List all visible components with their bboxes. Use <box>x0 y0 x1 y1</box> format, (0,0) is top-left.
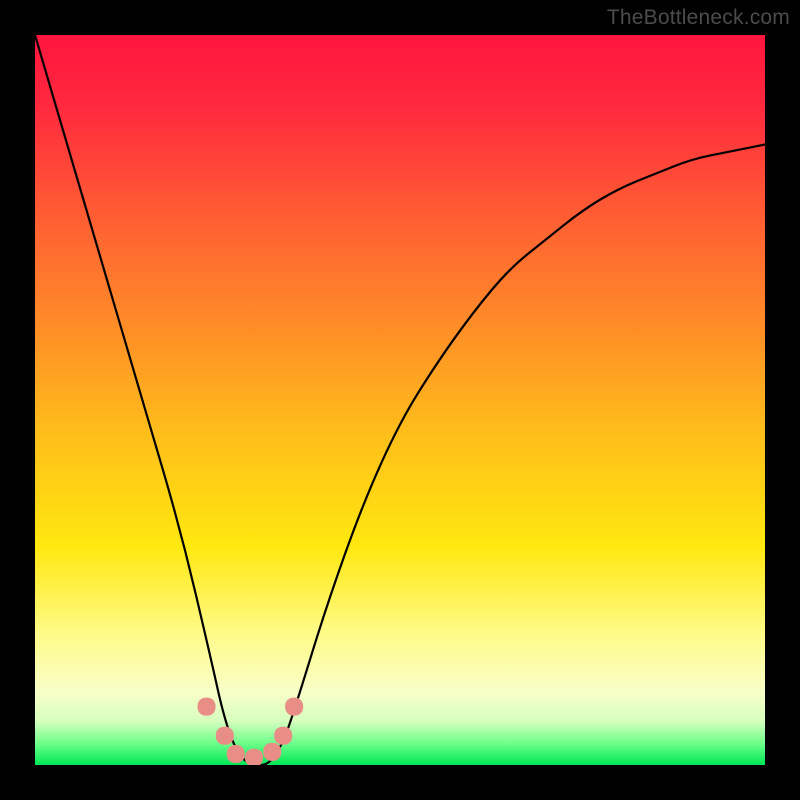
plot-area <box>35 35 765 765</box>
marker-point <box>274 727 292 745</box>
watermark-text: TheBottleneck.com <box>607 6 790 30</box>
marker-point <box>245 749 263 765</box>
gradient-background <box>35 35 765 765</box>
marker-point <box>198 698 216 716</box>
marker-point <box>263 743 281 761</box>
marker-point <box>285 698 303 716</box>
chart-frame: TheBottleneck.com <box>0 0 800 800</box>
marker-point <box>227 745 245 763</box>
plot-svg <box>35 35 765 765</box>
marker-point <box>216 727 234 745</box>
